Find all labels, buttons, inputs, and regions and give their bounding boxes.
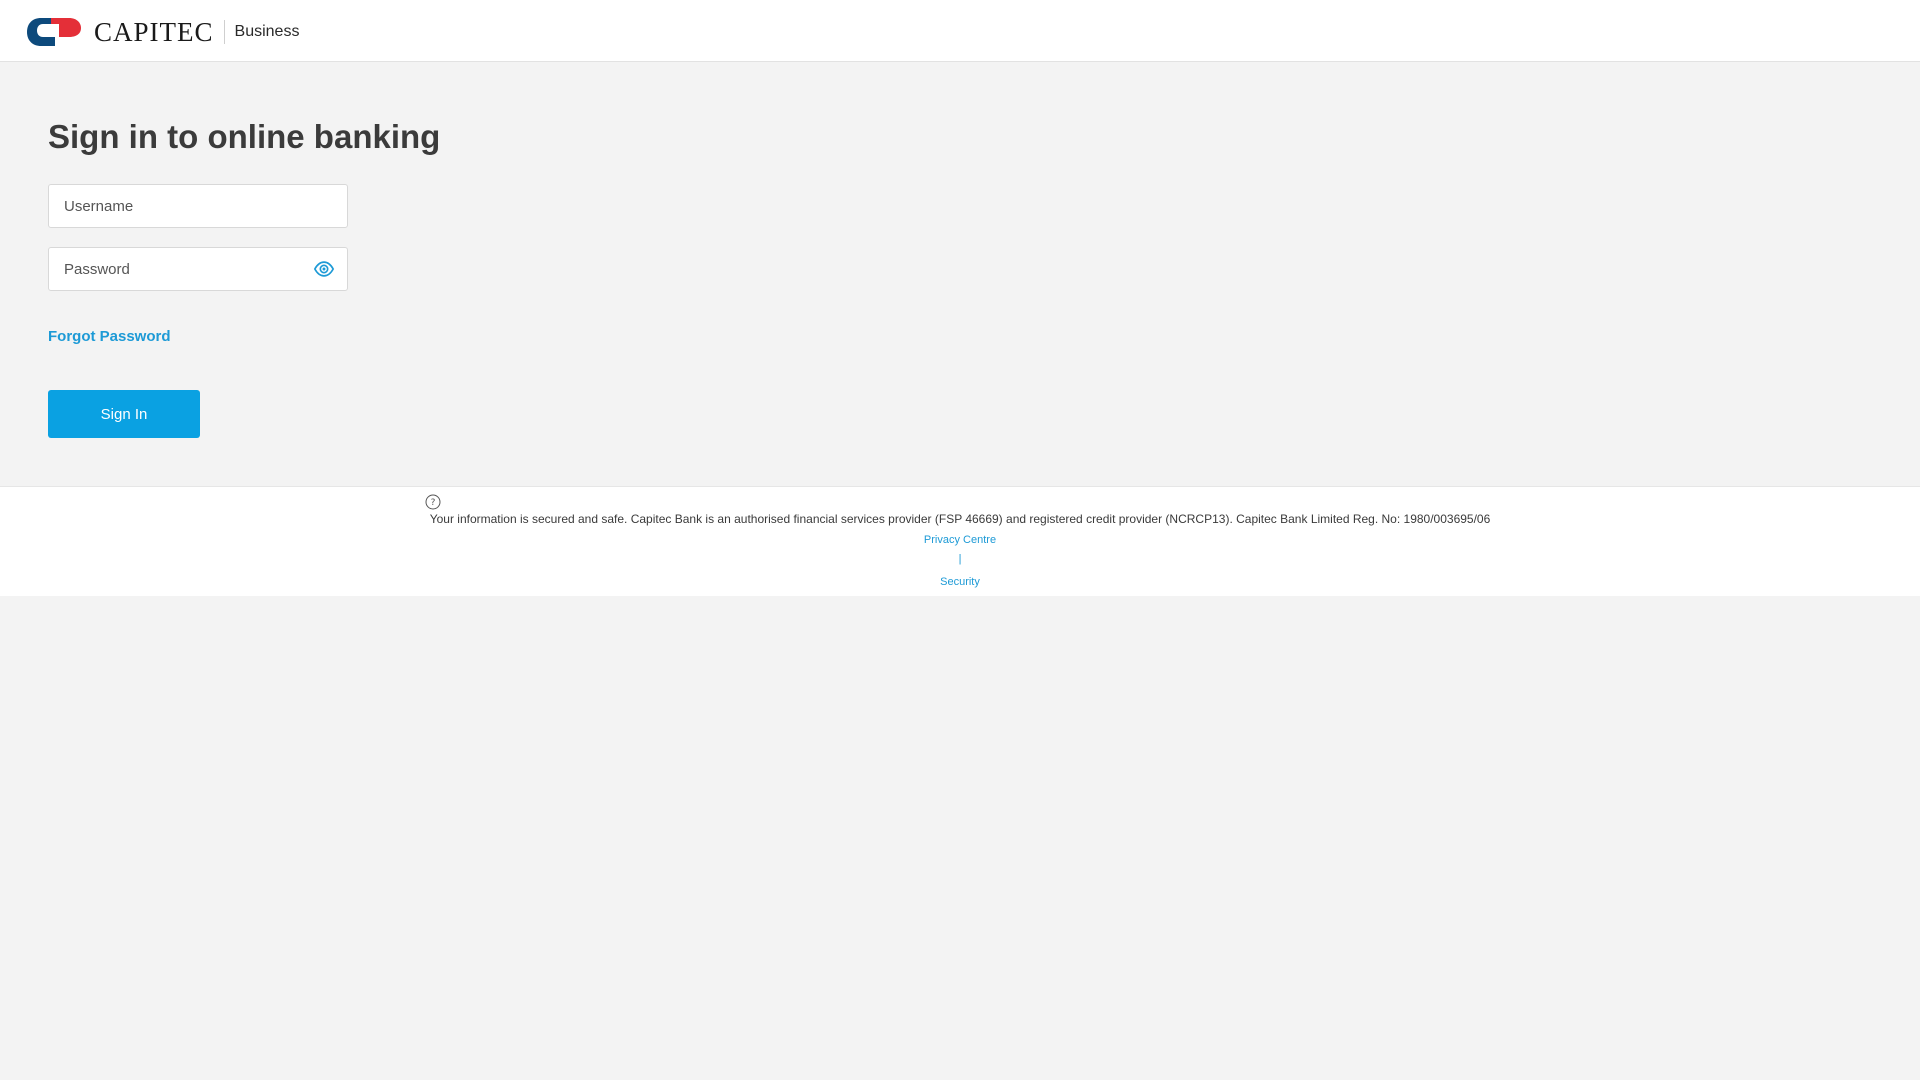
top-header: CAPITEC Business xyxy=(0,0,1920,62)
security-link[interactable]: Security xyxy=(0,576,1920,588)
eye-icon[interactable] xyxy=(313,259,335,279)
logo-divider xyxy=(223,20,225,44)
sign-in-button[interactable]: Sign In xyxy=(48,390,200,438)
forgot-password-link[interactable]: Forgot Password xyxy=(48,328,171,345)
sub-brand: Business xyxy=(234,23,300,40)
password-input[interactable] xyxy=(49,248,304,290)
capitec-logo-mark xyxy=(27,18,81,46)
privacy-centre-link[interactable]: Privacy Centre xyxy=(0,534,1920,546)
svg-text:?: ? xyxy=(431,498,436,508)
brand-name: CAPITEC xyxy=(94,17,214,47)
footer-separator: | xyxy=(958,553,962,565)
password-field[interactable] xyxy=(48,247,348,291)
footer-legal-text: Your information is secured and safe. Ca… xyxy=(429,512,1491,526)
page-title: Sign in to online banking xyxy=(48,118,441,155)
username-input[interactable] xyxy=(49,185,304,227)
capitec-logo[interactable]: CAPITEC Business xyxy=(23,15,299,49)
username-field[interactable] xyxy=(48,184,348,228)
info-icon: ? xyxy=(425,494,441,510)
footer: ? Your information is secured and safe. … xyxy=(0,486,1920,596)
